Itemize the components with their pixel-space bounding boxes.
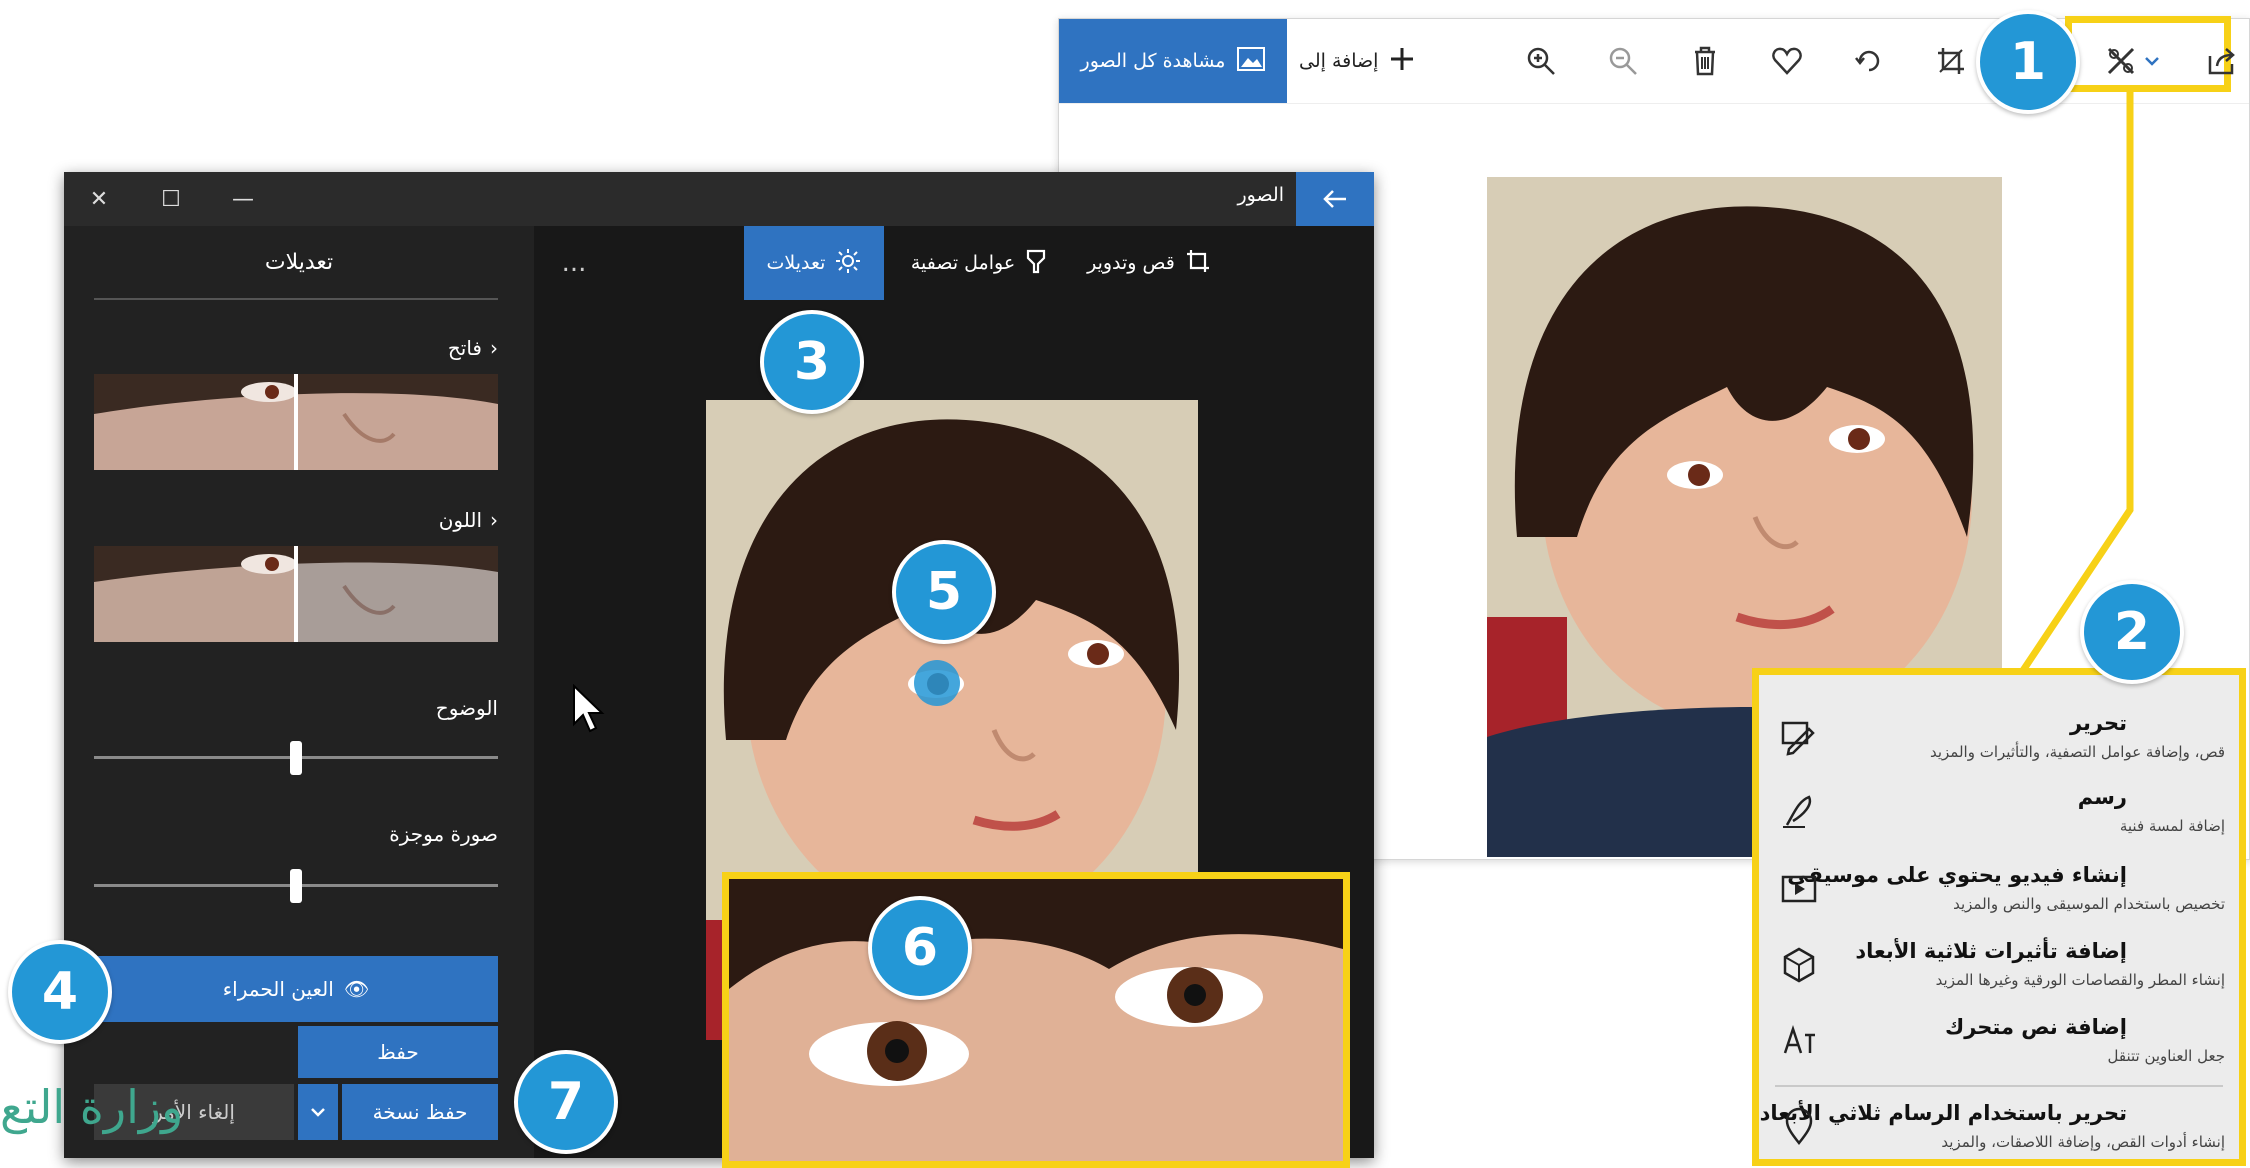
menu-divider bbox=[1775, 1085, 2223, 1087]
light-label: فاتح bbox=[447, 336, 482, 360]
crop-rotate-icon bbox=[1185, 248, 1211, 279]
eye-icon: 👁 bbox=[343, 977, 370, 1001]
red-eye-button[interactable]: العين الحمراء 👁 bbox=[94, 956, 498, 1022]
chevron-right-icon: › bbox=[490, 508, 498, 532]
mouse-cursor-icon bbox=[573, 684, 605, 733]
color-label: اللون bbox=[438, 508, 482, 532]
save-button[interactable]: حفظ bbox=[298, 1026, 498, 1078]
paint3d-icon bbox=[1779, 1107, 1819, 1147]
menu-item-3d-effects[interactable]: إضافة تأثيرات ثلاثية الأبعاد إنشاء المطر… bbox=[1759, 929, 2239, 1005]
delete-icon[interactable] bbox=[1683, 39, 1727, 83]
edit-create-menu: تحرير قص، وإضافة عوامل التصفية، والتأثير… bbox=[1752, 668, 2246, 1166]
save-label: حفظ bbox=[377, 1040, 419, 1064]
clarity-slider-thumb[interactable] bbox=[290, 741, 302, 775]
menu-item-subtitle: إضافة لمسة فنية bbox=[2119, 817, 2225, 835]
callout-2: 2 bbox=[2080, 580, 2184, 684]
tab-label: عوامل تصفية bbox=[910, 252, 1016, 274]
menu-item-edit[interactable]: تحرير قص، وإضافة عوامل التصفية، والتأثير… bbox=[1759, 701, 2239, 777]
filter-icon bbox=[1025, 248, 1047, 279]
3d-effects-icon bbox=[1779, 945, 1819, 985]
save-copy-button[interactable]: حفظ نسخة bbox=[342, 1084, 498, 1140]
animated-text-icon bbox=[1779, 1021, 1819, 1061]
tab-filters[interactable]: عوامل تصفية bbox=[894, 226, 1064, 300]
chevron-down-icon bbox=[311, 1108, 325, 1117]
save-options-dropdown[interactable] bbox=[298, 1084, 338, 1140]
color-section-header[interactable]: اللون › bbox=[94, 508, 498, 532]
heart-icon[interactable] bbox=[1765, 39, 1809, 83]
panel-title: تعديلات bbox=[264, 250, 334, 275]
adjustments-panel: تعديلات فاتح › اللون › الوضوح صورة موجزة… bbox=[64, 226, 534, 1158]
callout-1: 1 bbox=[1976, 10, 2080, 114]
callout-7: 7 bbox=[514, 1050, 618, 1154]
callout-6: 6 bbox=[868, 896, 972, 1000]
brightness-icon bbox=[835, 248, 861, 279]
menu-item-subtitle: إنشاء المطر والقصاصات الورقية وغيرها الم… bbox=[1935, 971, 2225, 989]
share-icon[interactable] bbox=[2199, 39, 2243, 83]
app-title: الصور bbox=[1237, 184, 1284, 206]
save-copy-label: حفظ نسخة bbox=[372, 1100, 468, 1124]
light-thumbnail[interactable] bbox=[94, 374, 498, 470]
tab-label: قص وتدوير bbox=[1087, 252, 1175, 274]
menu-item-video[interactable]: إنشاء فيديو يحتوي على موسيقى تخصيص باستخ… bbox=[1759, 853, 2239, 929]
pen-icon bbox=[1779, 791, 1819, 831]
callout-3: 3 bbox=[760, 310, 864, 414]
menu-item-paint3d[interactable]: تحرير باستخدام الرسام ثلاثي الأبعاد إنشا… bbox=[1759, 1091, 2239, 1167]
zoomed-eyes-inset bbox=[722, 872, 1350, 1168]
menu-item-subtitle: إنشاء أدوات القص، وإضافة اللاصقات، والمز… bbox=[1941, 1133, 2225, 1151]
clarity-label: الوضوح bbox=[435, 696, 498, 720]
menu-item-subtitle: تخصيص باستخدام الموسيقى والنص والمزيد bbox=[1953, 895, 2225, 913]
light-section-header[interactable]: فاتح › bbox=[94, 336, 498, 360]
gallery-icon bbox=[1237, 46, 1266, 76]
chevron-down-icon[interactable] bbox=[2139, 39, 2165, 83]
panel-divider bbox=[94, 298, 498, 300]
add-to-label: إضافة إلى bbox=[1299, 50, 1379, 72]
arrow-left-icon bbox=[1323, 190, 1346, 208]
menu-item-subtitle: جعل العناوين تتنقل bbox=[2107, 1047, 2226, 1065]
video-icon bbox=[1779, 869, 1819, 909]
callout-5: 5 bbox=[892, 540, 996, 644]
watermark-logo: وزارة التع bbox=[0, 1080, 184, 1134]
vignette-slider-thumb[interactable] bbox=[290, 869, 302, 903]
see-all-photos-button[interactable]: مشاهدة كل الصور bbox=[1059, 19, 1287, 103]
zoom-in-icon[interactable] bbox=[1519, 39, 1563, 83]
plus-icon bbox=[1388, 45, 1416, 78]
menu-item-title: إنشاء فيديو يحتوي على موسيقى bbox=[1787, 863, 2127, 887]
menu-item-animated-text[interactable]: إضافة نص متحرك جعل العناوين تتنقل bbox=[1759, 1005, 2239, 1081]
vignette-label: صورة موجزة bbox=[389, 822, 498, 846]
add-to-button[interactable]: إضافة إلى bbox=[1299, 39, 1416, 83]
red-eye-label: العين الحمراء bbox=[222, 977, 334, 1001]
editor-title-bar: ✕ ☐ — الصور bbox=[64, 172, 1374, 226]
minimize-icon[interactable]: — bbox=[208, 172, 278, 226]
zoom-out-icon[interactable] bbox=[1601, 39, 1645, 83]
tab-adjustments[interactable]: تعديلات bbox=[744, 226, 884, 300]
back-button[interactable] bbox=[1296, 172, 1374, 226]
tab-label: تعديلات bbox=[766, 252, 826, 274]
edit-icon bbox=[1779, 717, 1819, 757]
red-eye-marker bbox=[914, 660, 960, 706]
menu-item-draw[interactable]: رسم إضافة لمسة فنية bbox=[1759, 775, 2239, 851]
menu-item-title: إضافة تأثيرات ثلاثية الأبعاد bbox=[1855, 939, 2127, 963]
see-all-photos-label: مشاهدة كل الصور bbox=[1080, 50, 1226, 72]
rotate-icon[interactable] bbox=[1847, 39, 1891, 83]
menu-item-title: تحرير bbox=[2069, 711, 2127, 735]
close-icon[interactable]: ✕ bbox=[64, 172, 134, 226]
menu-item-title: رسم bbox=[2077, 785, 2127, 809]
menu-item-subtitle: قص، وإضافة عوامل التصفية، والتأثيرات وال… bbox=[1929, 743, 2225, 761]
chevron-right-icon: › bbox=[490, 336, 498, 360]
color-thumbnail[interactable] bbox=[94, 546, 498, 642]
callout-4: 4 bbox=[8, 940, 112, 1044]
maximize-icon[interactable]: ☐ bbox=[136, 172, 206, 226]
menu-item-title: إضافة نص متحرك bbox=[1944, 1015, 2127, 1039]
crop-icon[interactable] bbox=[1929, 39, 1973, 83]
more-options-button[interactable]: ... bbox=[544, 238, 604, 288]
edit-create-icon[interactable] bbox=[2099, 39, 2143, 83]
tab-crop-rotate[interactable]: قص وتدوير bbox=[1074, 226, 1224, 300]
